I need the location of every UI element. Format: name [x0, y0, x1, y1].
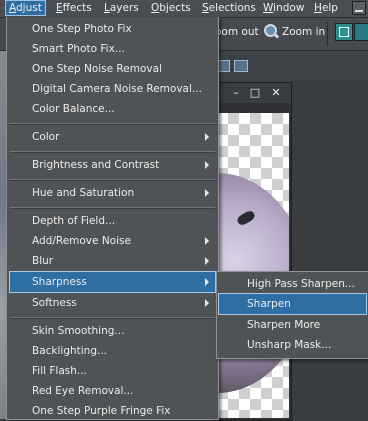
menu-window-label: indow [273, 2, 305, 14]
submenu-item-high-pass-sharpen[interactable]: High Pass Sharpen... [219, 274, 366, 294]
menu-item-one-step-noise-removal[interactable]: One Step Noise Removal [10, 59, 215, 79]
menu-effects-label: ffects [62, 2, 92, 14]
menu-item-label: Softness [32, 297, 77, 309]
menu-item-digital-camera-noise-removal[interactable]: Digital Camera Noise Removal... [10, 79, 215, 99]
menu-help[interactable]: Help [311, 1, 341, 15]
menu-item-fill-flash[interactable]: Fill Flash... [10, 361, 215, 381]
menu-item-label: One Step Noise Removal [32, 63, 162, 75]
menu-window[interactable]: Window [260, 1, 307, 15]
toolbar-divider [327, 22, 328, 46]
menu-objects[interactable]: Objects [148, 1, 194, 15]
menu-layers-label: ayers [109, 2, 139, 14]
menu-item-label: Brightness and Contrast [32, 159, 160, 171]
submenu-item-sharpen[interactable]: Sharpen [218, 293, 367, 315]
menu-window-mnemonic: W [263, 2, 274, 14]
menu-separator [10, 179, 215, 181]
menu-selections-mnemonic: S [202, 2, 209, 14]
menu-effects[interactable]: Effects [53, 1, 95, 15]
submenu-item-label: High Pass Sharpen... [247, 278, 355, 290]
menu-item-one-step-photo-fix[interactable]: One Step Photo Fix [10, 19, 215, 39]
menu-item-label: Fill Flash... [32, 365, 87, 377]
submenu-arrow-icon [205, 161, 209, 169]
menu-item-label: Add/Remove Noise [32, 235, 131, 247]
menu-item-purple-fringe-fix[interactable]: One Step Purple Fringe Fix [10, 401, 215, 421]
menu-item-depth-of-field[interactable]: Depth of Field... [10, 211, 215, 231]
menu-item-skin-smoothing[interactable]: Skin Smoothing... [10, 321, 215, 341]
document-window: – □ ✕ [214, 82, 292, 421]
menu-item-color[interactable]: Color [10, 127, 215, 147]
menu-item-label: Smart Photo Fix... [32, 43, 125, 55]
menu-help-mnemonic: H [314, 2, 322, 14]
menu-item-smart-photo-fix[interactable]: Smart Photo Fix... [10, 39, 215, 59]
toolbar-overflow-button[interactable] [354, 23, 368, 41]
menu-item-sharpness[interactable]: Sharpness [9, 271, 216, 293]
menu-separator [10, 207, 215, 209]
menu-separator [10, 123, 215, 125]
submenu-arrow-icon [205, 299, 209, 307]
menu-separator [10, 317, 215, 319]
menu-item-label: One Step Photo Fix [32, 23, 132, 35]
menu-item-backlighting[interactable]: Backlighting... [10, 341, 215, 361]
menu-item-label: Red Eye Removal... [32, 385, 134, 397]
menu-item-color-balance[interactable]: Color Balance... [10, 99, 215, 119]
menu-item-label: Skin Smoothing... [32, 325, 125, 337]
menu-item-label: Hue and Saturation [32, 187, 135, 199]
submenu-arrow-icon [205, 237, 209, 245]
submenu-arrow-icon [205, 257, 209, 265]
menu-item-brightness-contrast[interactable]: Brightness and Contrast [10, 155, 215, 175]
menu-selections-label: elections [208, 2, 256, 14]
menu-item-red-eye-removal[interactable]: Red Eye Removal... [10, 381, 215, 401]
submenu-arrow-icon [205, 278, 209, 286]
menu-item-blur[interactable]: Blur [10, 251, 215, 271]
menu-item-label: Color [32, 131, 60, 143]
menu-layers[interactable]: Layers [101, 1, 142, 15]
menu-separator [10, 151, 215, 153]
menu-item-label: One Step Purple Fringe Fix [32, 405, 171, 417]
submenu-arrow-icon [205, 133, 209, 141]
menu-effects-mnemonic: E [56, 2, 63, 14]
menu-objects-label: bjects [159, 2, 191, 14]
menu-item-label: Digital Camera Noise Removal... [32, 83, 202, 95]
menu-item-label: Sharpness [32, 276, 87, 288]
submenu-arrow-icon [205, 189, 209, 197]
menu-item-label: Color Balance... [32, 103, 115, 115]
sharpness-submenu: High Pass Sharpen... Sharpen Sharpen Mor… [216, 271, 368, 359]
document-titlebar: – □ ✕ [215, 83, 291, 103]
menu-item-label: Blur [32, 255, 54, 267]
menu-item-label: Backlighting... [32, 345, 108, 357]
magnifier-icon[interactable] [263, 23, 280, 41]
zoom-in-button[interactable]: Zoom in [282, 26, 325, 38]
screen-icon[interactable] [234, 60, 248, 72]
submenu-item-sharpen-more[interactable]: Sharpen More [219, 315, 366, 335]
submenu-item-unsharp-mask[interactable]: Unsharp Mask... [219, 335, 366, 355]
menu-adjust[interactable]: Adjust [5, 0, 46, 16]
image-canvas[interactable] [217, 113, 289, 418]
minimize-icon[interactable]: – [229, 86, 243, 100]
maximize-icon[interactable]: □ [248, 86, 262, 100]
menu-adjust-label: djust [16, 2, 42, 14]
menu-item-hue-saturation[interactable]: Hue and Saturation [10, 183, 215, 203]
menu-item-label: Depth of Field... [32, 215, 116, 227]
fit-window-button[interactable] [335, 23, 353, 41]
menu-adjust-mnemonic: A [9, 2, 16, 14]
submenu-item-label: Unsharp Mask... [247, 339, 332, 351]
menu-item-add-remove-noise[interactable]: Add/Remove Noise [10, 231, 215, 251]
submenu-item-label: Sharpen [247, 298, 291, 310]
close-icon[interactable]: ✕ [269, 86, 283, 100]
secondary-toolbar [214, 51, 368, 81]
adjust-menu: One Step Photo Fix Smart Photo Fix... On… [6, 17, 219, 420]
menu-help-label: elp [321, 2, 338, 14]
menu-item-softness[interactable]: Softness [10, 293, 215, 313]
zoom-out-button[interactable]: oom out [215, 26, 259, 38]
menu-selections[interactable]: Selections [199, 1, 259, 15]
menu-bar: Adjust Effects Layers Objects Selections… [0, 0, 368, 18]
submenu-item-label: Sharpen More [247, 319, 321, 331]
app-minimize-button[interactable] [352, 1, 366, 15]
